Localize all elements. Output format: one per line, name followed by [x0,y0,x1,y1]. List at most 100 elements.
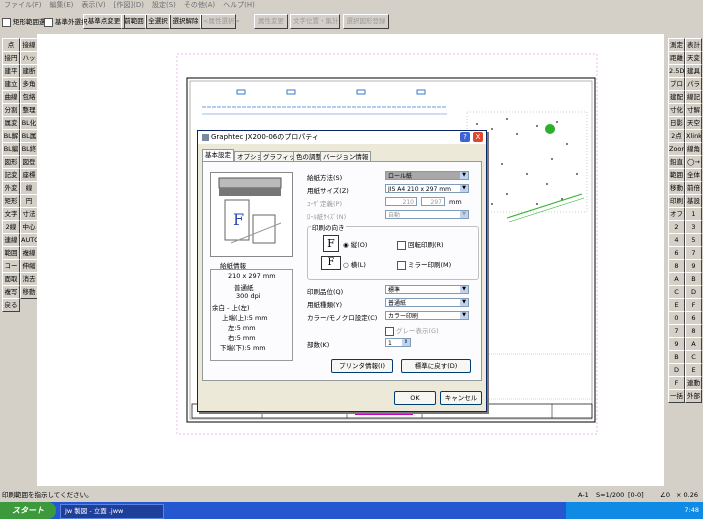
left-tool-15[interactable]: BL属 [20,129,38,143]
custom-height-field[interactable]: 297 [421,197,445,206]
right-tool-35[interactable]: 9 [685,259,702,273]
close-button[interactable]: X [473,132,483,142]
right-tool-16[interactable]: Zoom [668,142,685,156]
right-tool-45[interactable]: 8 [685,324,702,338]
quality-select[interactable]: 標準 ▼ [385,285,469,294]
right-tool-36[interactable]: A [668,272,685,286]
left-tool-20[interactable]: 記変 [2,168,20,182]
right-tool-15[interactable]: Xlink [685,129,702,143]
right-tool-22[interactable]: 移動 [668,181,685,195]
right-tool-13[interactable]: 天空 [685,116,702,130]
right-tool-53[interactable]: 連動 [685,376,702,390]
right-tool-9[interactable]: 線記変 [685,90,702,104]
attribute-select-button[interactable]: <属性選択> [200,14,240,29]
taskbar-app-button[interactable]: Jw 製図 - 立面 .jww [60,504,164,519]
left-tool-40[interactable]: 戻る [2,298,20,312]
left-tool-12[interactable]: 属変 [2,116,20,130]
gray-checkbox[interactable]: グレー表示(G) [385,325,439,336]
previous-range-button[interactable]: 前範囲 [121,14,147,29]
roll-size-select[interactable]: 自動 ▼ [385,210,469,219]
left-tool-13[interactable]: BL化 [20,116,38,130]
right-tool-48[interactable]: B [668,350,685,364]
right-tool-27[interactable]: 1 [685,207,702,221]
right-tool-42[interactable]: 0 [668,311,685,325]
left-tool-7[interactable]: 多角形 [20,77,38,91]
left-tool-6[interactable]: 建立 [2,77,20,91]
printer-info-button[interactable]: プリンタ情報(I) [331,359,393,373]
cancel-button[interactable]: キャンセル [440,391,482,405]
deselect-button[interactable]: 選択解除 [169,14,202,29]
left-tool-22[interactable]: 外変 [2,181,20,195]
right-tool-21[interactable]: 全体 [685,168,702,182]
right-tool-41[interactable]: F [685,298,702,312]
right-tool-29[interactable]: 3 [685,220,702,234]
right-tool-46[interactable]: 9 [668,337,685,351]
left-tool-39[interactable]: 移動 [20,285,38,299]
right-tool-20[interactable]: 範囲 [668,168,685,182]
right-tool-40[interactable]: E [668,298,685,312]
right-tool-25[interactable]: 基設 [685,194,702,208]
left-tool-14[interactable]: BL解 [2,129,20,143]
copies-spinner[interactable]: 1 ⇕ [385,338,411,347]
right-tool-4[interactable]: 2.5D [668,64,685,78]
left-tool-26[interactable]: 文字 [2,207,20,221]
left-tool-16[interactable]: BL編 [2,142,20,156]
right-tool-51[interactable]: E [685,363,702,377]
portrait-radio[interactable]: ◉ 縦(O) [343,239,367,249]
right-tool-5[interactable]: 建具 [685,64,702,78]
right-tool-50[interactable]: D [668,363,685,377]
left-tool-28[interactable]: 2線 [2,220,20,234]
right-tool-26[interactable]: オフセット [668,207,685,221]
status-sheet[interactable]: A-1 [578,489,589,501]
right-tool-8[interactable]: 建配 [668,90,685,104]
menu-settings[interactable]: 設定(S) [148,0,180,11]
attribute-change-button[interactable]: 属性変更 [254,14,288,29]
left-tool-37[interactable]: 消去 [20,272,38,286]
menu-help[interactable]: ヘルプ(H) [219,0,259,11]
left-tool-10[interactable]: 分割 [2,103,20,117]
right-tool-39[interactable]: D [685,285,702,299]
rotate-checkbox[interactable]: 回転印刷(R) [397,239,444,250]
left-tool-0[interactable]: 点 [2,38,20,52]
right-tool-31[interactable]: 5 [685,233,702,247]
left-tool-18[interactable]: 図形 [2,155,20,169]
right-tool-37[interactable]: B [685,272,702,286]
left-tool-23[interactable]: 線 [20,181,38,195]
left-tool-31[interactable]: AUTO [20,233,38,247]
right-tool-28[interactable]: 2 [668,220,685,234]
right-tool-34[interactable]: 8 [668,259,685,273]
right-tool-52[interactable]: F [668,376,685,390]
mirror-checkbox[interactable]: ミラー印刷(M) [397,259,451,270]
left-tool-32[interactable]: 範囲 [2,246,20,260]
start-button[interactable]: スタート [0,502,56,519]
right-tool-55[interactable]: 外部 [685,389,702,403]
left-tool-9[interactable]: 包絡 [20,90,38,104]
base-point-button[interactable]: 基準点変更 [83,14,125,29]
right-tool-10[interactable]: 寸化 [668,103,685,117]
right-tool-43[interactable]: 6 [685,311,702,325]
right-tool-7[interactable]: パラメ [685,77,702,91]
left-tool-38[interactable]: 複写 [2,285,20,299]
status-zoom[interactable]: × 0.26 [676,489,698,501]
left-tool-29[interactable]: 中心線 [20,220,38,234]
spinner-arrows-icon[interactable]: ⇕ [402,339,410,346]
text-position-button[interactable]: 文字位置・集計 [290,14,340,29]
right-tool-54[interactable]: 一括 [668,389,685,403]
right-tool-6[interactable]: ブロック [668,77,685,91]
media-select[interactable]: 普通紙 ▼ [385,298,469,307]
left-tool-5[interactable]: 建断 [20,64,38,78]
left-tool-33[interactable]: 複線 [20,246,38,260]
register-shape-button[interactable]: 選択図形登録 [343,14,389,29]
right-tool-2[interactable]: 距離 [668,51,685,65]
select-all-button[interactable]: 全選択 [145,14,171,29]
status-scale[interactable]: S=1/200 [596,489,624,501]
left-tool-4[interactable]: 建平 [2,64,20,78]
left-tool-36[interactable]: 面取 [2,272,20,286]
right-tool-0[interactable]: 測定 [668,38,685,52]
right-tool-3[interactable]: 天変 [685,51,702,65]
menu-other[interactable]: その他(A) [180,0,219,11]
right-tool-32[interactable]: 6 [668,246,685,260]
left-tool-24[interactable]: 矩形 [2,194,20,208]
menu-file[interactable]: ファイル(F) [0,0,46,11]
right-tool-23[interactable]: 前倍 [685,181,702,195]
